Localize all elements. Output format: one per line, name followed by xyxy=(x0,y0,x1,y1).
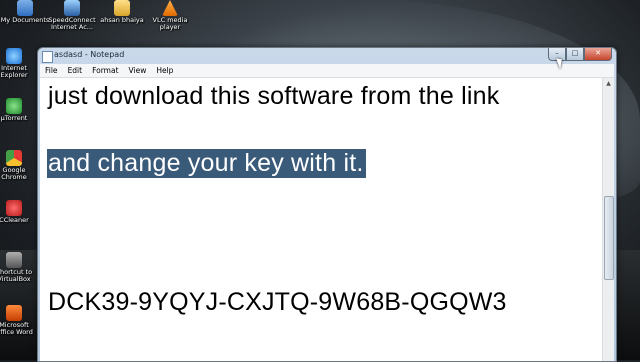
maximize-button[interactable]: □ xyxy=(566,48,584,61)
desktop-icon-label: Microsoft Office Word xyxy=(0,321,33,336)
close-button[interactable]: ✕ xyxy=(584,48,612,61)
vertical-scrollbar[interactable]: ▲ xyxy=(602,78,614,361)
desktop-icon-label: SpeedConnect Internet Ac... xyxy=(48,16,96,31)
desktop-icon-vlc[interactable]: VLC media player xyxy=(143,0,197,31)
desktop-icon-label: µTorrent xyxy=(0,114,28,122)
text-editor[interactable]: just download this software from the lin… xyxy=(40,78,603,361)
text-line: just download this software from the lin… xyxy=(48,82,500,110)
desktop-icon-speedconnect[interactable]: SpeedConnect Internet Ac... xyxy=(45,0,99,31)
menu-bar: File Edit Format View Help xyxy=(40,64,614,78)
desktop-icon-label: ahsan bhaiya xyxy=(100,16,144,24)
window-title: asdasd - Notepad xyxy=(54,50,125,59)
desktop-icon-label: Shortcut to VirtualBox xyxy=(0,268,33,283)
documents-icon xyxy=(17,0,33,16)
desktop-icon-ahsan-bhaiya[interactable]: ahsan bhaiya xyxy=(95,0,149,24)
chrome-icon xyxy=(6,150,22,166)
menu-edit[interactable]: Edit xyxy=(63,66,88,75)
desktop-icon-label: Internet Explorer xyxy=(0,64,28,79)
scroll-thumb[interactable] xyxy=(604,196,614,280)
menu-view[interactable]: View xyxy=(124,66,152,75)
desktop-icon-label: My Documents xyxy=(0,16,50,24)
menu-format[interactable]: Format xyxy=(87,66,123,75)
text-line-key: DCK39-9YQYJ-CXJTQ-9W68B-QGQW3 xyxy=(48,288,507,316)
folder-icon xyxy=(114,0,130,16)
notepad-icon xyxy=(42,51,53,63)
virtualbox-icon xyxy=(6,252,22,268)
desktop-icon-virtualbox[interactable]: Shortcut to VirtualBox xyxy=(0,252,34,283)
menu-file[interactable]: File xyxy=(40,66,63,75)
desktop-icon-chrome[interactable]: Google Chrome xyxy=(0,150,34,181)
desktop-icon-internet-explorer[interactable]: Internet Explorer xyxy=(0,48,34,79)
desktop-icon-utorrent[interactable]: µTorrent xyxy=(0,98,34,122)
word-icon xyxy=(6,305,22,321)
notepad-window[interactable]: asdasd - Notepad – □ ✕ File Edit Format … xyxy=(37,47,617,362)
desktop-icon-label: Google Chrome xyxy=(1,166,27,181)
menu-help[interactable]: Help xyxy=(151,66,178,75)
network-icon xyxy=(64,0,80,16)
desktop-icon-ccleaner[interactable]: CCleaner xyxy=(0,200,34,224)
selected-text-line: and change your key with it. xyxy=(47,149,366,178)
title-bar[interactable]: asdasd - Notepad – □ ✕ xyxy=(38,48,616,64)
ccleaner-icon xyxy=(6,200,22,216)
ie-icon xyxy=(6,48,22,64)
vlc-icon xyxy=(162,0,178,16)
utorrent-icon xyxy=(6,98,22,114)
scroll-up-icon[interactable]: ▲ xyxy=(604,79,613,88)
desktop-icon-word[interactable]: Microsoft Office Word xyxy=(0,305,34,336)
desktop-icon-label: VLC media player xyxy=(152,16,188,31)
desktop-icon-label: CCleaner xyxy=(0,216,29,224)
